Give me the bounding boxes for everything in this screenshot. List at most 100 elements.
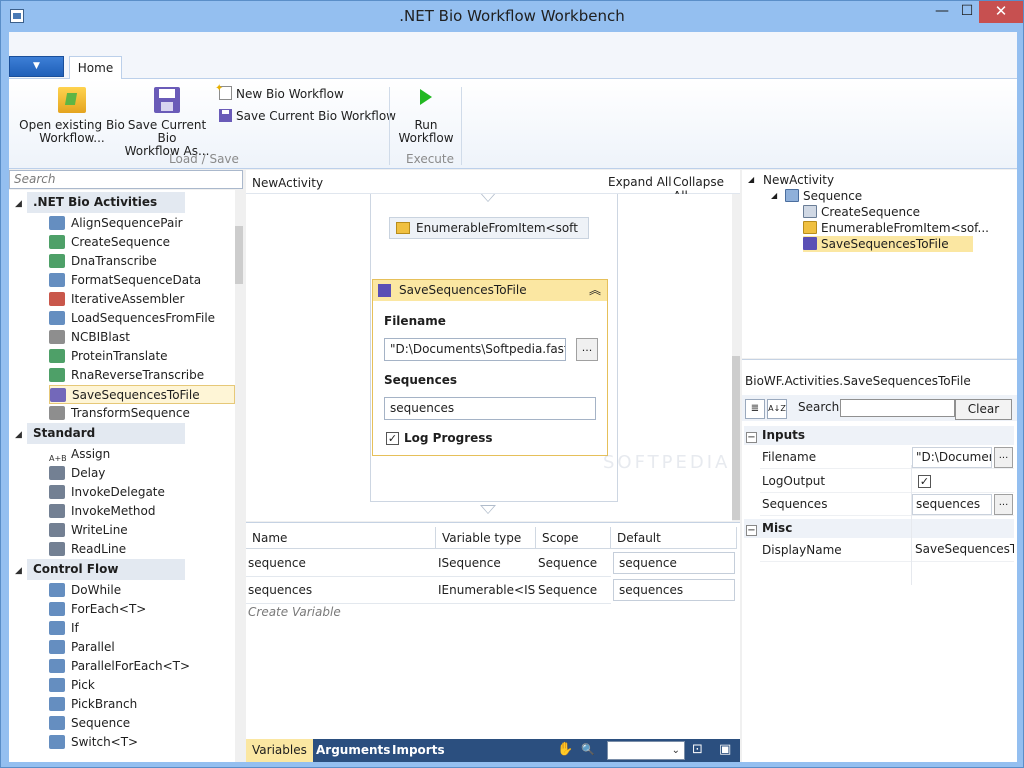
expand-triangle-icon[interactable]: ◢ — [15, 194, 27, 215]
toolbox-item[interactable]: DnaTranscribe — [49, 252, 234, 271]
activity-header[interactable]: SaveSequencesToFile ︽ — [373, 280, 607, 301]
collapse-activity-icon[interactable]: ︽ — [589, 280, 601, 301]
column-header[interactable]: Name — [246, 527, 436, 549]
property-row-sequences[interactable]: Sequences sequences ... — [760, 493, 1014, 516]
tab-home[interactable]: Home — [69, 56, 122, 80]
log-progress-checkbox[interactable]: ✓ — [386, 432, 399, 445]
column-header[interactable]: Variable type — [436, 527, 536, 549]
filename-field[interactable]: "D:\Documents\Softpedia.fasta" — [384, 338, 566, 361]
activity-save-sequences-to-file[interactable]: SaveSequencesToFile ︽ Filename "D:\Docum… — [372, 279, 608, 456]
property-value-displayname[interactable]: SaveSequencesToF — [912, 540, 1014, 561]
variable-cell-scope[interactable]: Sequence — [536, 550, 611, 577]
toolbox-item[interactable]: ProteinTranslate — [49, 347, 234, 366]
property-row-logoutput[interactable]: LogOutput ✓ — [760, 470, 1014, 493]
workflow-designer-canvas[interactable]: EnumerableFromItem<soft SaveSequencesToF… — [246, 194, 740, 521]
sequences-field[interactable]: sequences — [384, 397, 596, 420]
save-current-button[interactable]: Save Current Bio Workflow — [219, 107, 396, 125]
property-value-sequences[interactable]: sequences — [912, 494, 992, 515]
toolbox-item[interactable]: Delay — [49, 464, 234, 483]
column-header[interactable]: Default — [611, 527, 737, 549]
drop-arrow-bottom[interactable] — [480, 505, 496, 514]
run-workflow-button[interactable]: Run Workflow — [397, 89, 455, 145]
tree-expand-icon[interactable]: ◢ — [771, 188, 777, 204]
pan-icon[interactable]: ✋ — [557, 742, 573, 758]
toolbox-item[interactable]: ForEach<T> — [49, 600, 234, 619]
toolbox-item[interactable]: InvokeDelegate — [49, 483, 234, 502]
toolbox-item[interactable]: DoWhile — [49, 581, 234, 600]
filename-ellipsis-button[interactable]: ... — [994, 447, 1013, 468]
application-menu-button[interactable]: ▼ — [9, 56, 64, 77]
toolbox-category[interactable]: ◢ .NET Bio Activities — [15, 192, 191, 213]
toolbox-item[interactable]: Parallel — [49, 638, 234, 657]
tree-node-root[interactable]: NewActivity — [763, 172, 834, 188]
toolbox-item[interactable]: CreateSequence — [49, 233, 234, 252]
variable-default-field[interactable]: sequences — [613, 579, 735, 601]
tree-expand-icon[interactable]: ◢ — [748, 172, 754, 188]
sort-alphabetical-icon[interactable]: A↓Z — [767, 399, 787, 419]
filename-browse-button[interactable]: ... — [576, 338, 598, 361]
column-header[interactable]: Scope — [536, 527, 611, 549]
toolbox-item[interactable]: Pick — [49, 676, 234, 695]
expand-triangle-icon[interactable]: ◢ — [15, 561, 27, 582]
tab-imports[interactable]: Imports — [386, 739, 451, 762]
properties-clear-button[interactable]: Clear — [955, 399, 1012, 420]
drop-arrow-top[interactable] — [480, 194, 496, 202]
toolbox-item[interactable]: Sequence — [49, 714, 234, 733]
toolbox-item[interactable]: PickBranch — [49, 695, 234, 714]
toolbox-item[interactable]: A+B Assign — [49, 445, 234, 464]
toolbox-item[interactable]: If — [49, 619, 234, 638]
zoom-icon[interactable]: 🔍 — [581, 742, 595, 758]
property-value-filename[interactable]: "D:\Documen — [912, 447, 992, 468]
category-inputs[interactable]: − Inputs — [744, 426, 1014, 445]
expand-all-link[interactable]: Expand All — [608, 175, 672, 189]
tree-node-sequence[interactable]: Sequence — [785, 188, 862, 204]
designer-breadcrumb[interactable]: NewActivity — [252, 176, 323, 190]
tree-node-create-sequence[interactable]: CreateSequence — [803, 204, 920, 220]
collapse-icon[interactable]: − — [746, 432, 757, 443]
maximize-button[interactable]: ☐ — [955, 1, 979, 23]
variable-cell-type[interactable]: IEnumerable<ISeq — [436, 577, 536, 604]
overview-map-icon[interactable]: ▣ — [719, 742, 731, 758]
collapse-icon[interactable]: − — [746, 525, 757, 536]
expand-triangle-icon[interactable]: ◢ — [15, 425, 27, 446]
toolbox-scrollbar-thumb[interactable] — [235, 226, 243, 284]
toolbox-item[interactable]: TransformSequence — [49, 404, 234, 423]
toolbox-item[interactable]: AlignSequencePair — [49, 214, 234, 233]
toolbox-item[interactable]: ReadLine — [49, 540, 234, 559]
toolbox-category[interactable]: ◢ Control Flow — [15, 559, 191, 580]
variable-cell-name[interactable]: sequences — [246, 577, 436, 604]
title-bar[interactable]: .NET Bio Workflow Workbench — ☐ ✕ — [1, 1, 1023, 31]
tree-node-save-sequences[interactable]: SaveSequencesToFile — [803, 236, 973, 252]
open-workflow-button[interactable]: Open existing Bio Workflow... — [17, 87, 127, 145]
logoutput-checkbox[interactable]: ✓ — [918, 475, 931, 488]
categorize-icon[interactable]: ≣ — [745, 399, 765, 419]
sequences-ellipsis-button[interactable]: ... — [994, 494, 1013, 515]
activity-enumerable-from-item[interactable]: EnumerableFromItem<soft — [389, 217, 589, 239]
tree-node-enumerable[interactable]: EnumerableFromItem<sof... — [803, 220, 989, 236]
tab-variables[interactable]: Variables — [246, 739, 313, 762]
variable-default-field[interactable]: sequence — [613, 552, 735, 574]
property-row-filename[interactable]: Filename "D:\Documen ... — [760, 446, 1014, 469]
property-grid-divider[interactable] — [911, 465, 912, 585]
variable-cell-type[interactable]: ISequence — [436, 550, 536, 577]
fit-to-screen-icon[interactable]: ⊡ — [692, 742, 703, 758]
toolbox-item[interactable]: LoadSequencesFromFile — [49, 309, 234, 328]
toolbox-item[interactable]: RnaReverseTranscribe — [49, 366, 234, 385]
save-as-button[interactable]: Save Current Bio Workflow As... — [119, 87, 215, 158]
toolbox-item[interactable]: NCBIBlast — [49, 328, 234, 347]
variable-cell-scope[interactable]: Sequence — [536, 577, 611, 604]
close-button[interactable]: ✕ — [979, 1, 1023, 23]
toolbox-item[interactable]: SaveSequencesToFile — [49, 385, 235, 404]
designer-scrollbar-thumb[interactable] — [732, 356, 740, 520]
properties-search-input[interactable] — [840, 399, 955, 417]
toolbox-item[interactable]: InvokeMethod — [49, 502, 234, 521]
toolbox-item[interactable]: ParallelForEach<T> — [49, 657, 234, 676]
new-workflow-button[interactable]: New Bio Workflow — [215, 80, 344, 103]
toolbox-item[interactable]: FormatSequenceData — [49, 271, 234, 290]
toolbox-search-input[interactable]: Search — [9, 170, 243, 189]
category-misc[interactable]: − Misc — [744, 519, 1014, 538]
create-variable-placeholder[interactable]: Create Variable — [248, 605, 341, 619]
tab-arguments[interactable]: Arguments — [310, 739, 396, 762]
property-row-displayname[interactable]: DisplayName SaveSequencesToF — [760, 539, 1014, 562]
minimize-button[interactable]: — — [929, 1, 955, 23]
